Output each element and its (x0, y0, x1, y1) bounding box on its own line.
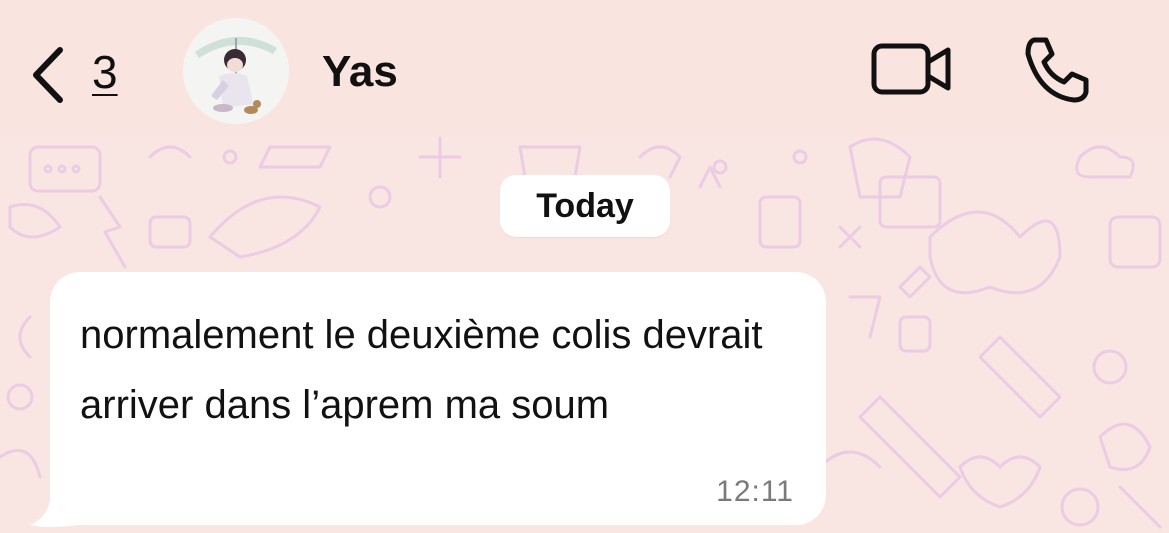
chevron-left-icon (33, 47, 63, 103)
avatar[interactable] (183, 18, 289, 124)
date-separator: Today (500, 175, 670, 237)
message-bubble[interactable]: normalement le deuxième colis devrait ar… (50, 272, 826, 525)
video-camera-icon (871, 43, 951, 95)
phone-icon (1025, 37, 1089, 103)
message-text: normalement le deuxième colis devrait ar… (80, 313, 763, 427)
video-call-button[interactable] (870, 40, 954, 100)
voice-call-button[interactable] (1020, 34, 1092, 106)
chat-area[interactable]: Today normalement le deuxième colis devr… (0, 137, 1169, 533)
unread-count: 3 (92, 46, 118, 98)
chat-header: 3 Yas (0, 0, 1169, 137)
contact-name[interactable]: Yas (322, 42, 398, 102)
avatar-image (183, 18, 289, 124)
back-button[interactable]: 3 (22, 40, 132, 110)
message-timestamp: 12:11 (716, 475, 794, 508)
